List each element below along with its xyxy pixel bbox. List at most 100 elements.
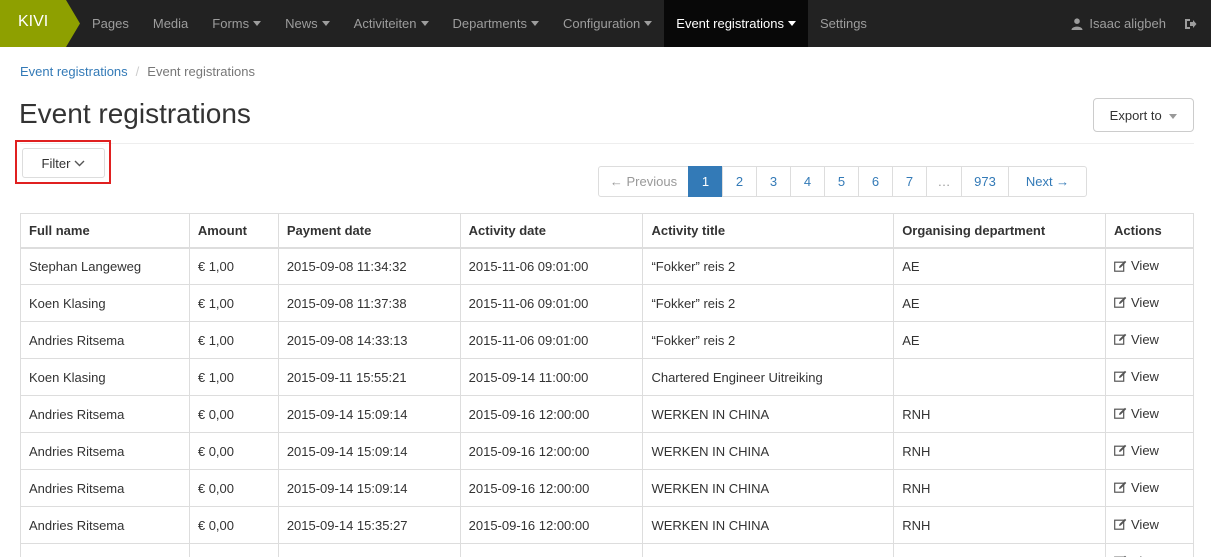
nav-item-label: Event registrations [676, 16, 784, 31]
column-header-activity-date: Activity date [459, 213, 644, 249]
previous-page-button[interactable]: ← Previous [598, 166, 689, 197]
brand-logo[interactable]: KIVI [0, 0, 80, 47]
nav-item-news[interactable]: News [273, 0, 342, 47]
cell-full-name: Koen Klasing [20, 358, 190, 396]
cell-activity-title: WERKEN IN CHINA [642, 469, 895, 507]
cell-amount: € 1,00 [188, 247, 279, 285]
cell-activity-date: 2015-11-06 09:01:00 [459, 321, 644, 359]
nav-item-configuration[interactable]: Configuration [551, 0, 664, 47]
cell-actions: View [1105, 321, 1194, 359]
title-divider [20, 143, 1194, 144]
cell-payment-date: 2015-09-14 15:35:27 [277, 506, 461, 544]
logout-button[interactable] [1178, 0, 1211, 47]
breadcrumb-separator: / [135, 64, 140, 79]
view-label: View [1131, 516, 1159, 532]
view-button[interactable]: View [1114, 443, 1159, 458]
view-button[interactable]: View [1114, 295, 1159, 310]
page-button-5[interactable]: 5 [824, 166, 859, 197]
pagination: ← Previous 1 2 3 4 5 6 7… 973 Next → [598, 166, 1087, 197]
nav-item-departments[interactable]: Departments [441, 0, 551, 47]
view-button[interactable]: View [1114, 258, 1159, 273]
cell-organising-department: RNH [893, 432, 1106, 470]
nav-item-activiteiten[interactable]: Activiteiten [342, 0, 441, 47]
cell-activity-title: WERKEN IN CHINA [642, 506, 895, 544]
edit-icon [1114, 333, 1127, 346]
cell-organising-department: RNH [893, 469, 1106, 507]
navbar: KIVI Pages Media Forms News Activiteiten Depa… [0, 0, 1211, 47]
page-button-7[interactable]: 7 [892, 166, 927, 197]
view-label: View [1131, 405, 1159, 421]
cell-activity-date: 2015-09-16 12:00:00 [459, 506, 644, 544]
export-label: Export to [1109, 107, 1162, 123]
cell-activity-date: 2015-09-14 11:00:00 [459, 358, 644, 396]
view-button[interactable]: View [1114, 369, 1159, 384]
breadcrumb-link-event-registrations[interactable]: Event registrations [20, 64, 128, 79]
view-label: View [1131, 294, 1159, 310]
view-label: View [1131, 368, 1159, 384]
table-body: Stephan Langeweg € 1,00 2015-09-08 11:34:3… [20, 247, 1194, 557]
export-button[interactable]: Export to [1093, 98, 1194, 132]
nav-item-media[interactable]: Media [141, 0, 200, 47]
edit-icon [1114, 444, 1127, 457]
page-button-2[interactable]: 2 [722, 166, 757, 197]
table-row: Andries Ritsema € 1,00 2015-09-08 14:33:13… [20, 321, 1194, 359]
cell-actions: View [1105, 432, 1194, 470]
table-header-row: Full name Amount Payment date Activity date… [20, 213, 1194, 249]
cell-full-name: Andries Ritsema [20, 506, 190, 544]
page-button-4[interactable]: 4 [790, 166, 825, 197]
edit-icon [1114, 296, 1127, 309]
cell-organising-department: AE [893, 321, 1106, 359]
nav-item-settings[interactable]: Settings [808, 0, 879, 47]
view-button[interactable]: View [1114, 517, 1159, 532]
cell-payment-date: 2015-09-14 15:36:18 [277, 543, 461, 557]
cell-amount: € 0,00 [188, 506, 279, 544]
cell-activity-date: 2015-11-06 09:01:00 [459, 284, 644, 322]
cell-amount: € 1,00 [188, 321, 279, 359]
nav-item-label: Settings [819, 16, 867, 31]
nav-item-label: Forms [212, 16, 250, 31]
caret-down-icon [787, 21, 796, 26]
cell-organising-department: RNH [893, 395, 1106, 433]
table-row: Andries Ritsema € 0,00 2015-09-14 15:09:14… [20, 395, 1194, 433]
user-menu[interactable]: Isaac aligbeh [1059, 0, 1178, 47]
user-icon [1071, 17, 1083, 30]
page-button-1[interactable]: 1 [688, 166, 723, 197]
table-row: Koen Klasing € 1,00 2015-09-08 11:37:38 201… [20, 284, 1194, 322]
nav-item-event-registrations[interactable]: Event registrations [664, 0, 808, 47]
page-button-973[interactable]: 973 [961, 166, 1009, 197]
cell-amount: € 0,00 [188, 543, 279, 557]
nav-item-pages[interactable]: Pages [80, 0, 141, 47]
page-button-6[interactable]: 6 [858, 166, 893, 197]
cell-amount: € 1,00 [188, 284, 279, 322]
chevron-down-icon [74, 160, 85, 166]
cell-full-name: Andries Ritsema [20, 395, 190, 433]
view-label: View [1131, 331, 1159, 347]
table-row: Stephan Langeweg € 1,00 2015-09-08 11:34:3… [20, 247, 1194, 285]
view-button[interactable]: View [1114, 406, 1159, 421]
cell-activity-date: 2015-09-14 16:00:00 [459, 543, 644, 557]
nav-item-forms[interactable]: Forms [200, 0, 273, 47]
cell-actions: View [1105, 506, 1194, 544]
breadcrumb-current: Event registrations [147, 64, 255, 79]
cell-amount: € 0,00 [188, 395, 279, 433]
cell-payment-date: 2015-09-14 15:09:14 [277, 469, 461, 507]
nav-menu: Pages Media Forms News Activiteiten Departmen… [80, 0, 879, 47]
next-page-button[interactable]: Next → [1008, 166, 1087, 197]
breadcrumb: Event registrations / Event registrations [20, 64, 255, 79]
nav-right: Isaac aligbeh [1059, 0, 1211, 47]
cell-full-name: Andries Ritsema [20, 543, 190, 557]
cell-organising-department [893, 358, 1106, 396]
table-row: Koen Klasing € 1,00 2015-09-11 15:55:21 201… [20, 358, 1194, 396]
view-button[interactable]: View [1114, 332, 1159, 347]
cell-activity-title: Chartered Engineer Uitreiking [642, 358, 895, 396]
cell-activity-title: “Fokker” reis 2 [642, 247, 895, 285]
filter-button[interactable]: Filter [22, 148, 105, 178]
view-button[interactable]: View [1114, 480, 1159, 495]
cell-organising-department: RNH [893, 506, 1106, 544]
cell-activity-title: “Fokker” reis 2 [642, 284, 895, 322]
column-header-activity-title: Activity title [642, 213, 895, 249]
cell-payment-date: 2015-09-08 11:34:32 [277, 247, 461, 285]
cell-full-name: Andries Ritsema [20, 469, 190, 507]
pagination-ellipsis: … [926, 166, 962, 197]
page-button-3[interactable]: 3 [756, 166, 791, 197]
